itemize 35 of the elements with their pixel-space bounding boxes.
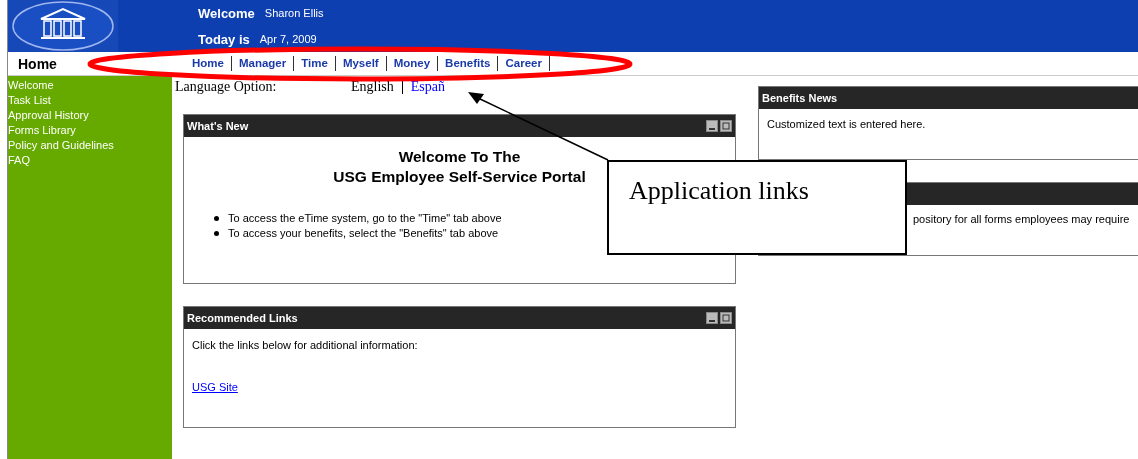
callout-label: Application links xyxy=(607,160,907,255)
minimize-button[interactable] xyxy=(706,120,718,132)
nav-tab[interactable]: Benefits xyxy=(438,56,499,71)
info-bullet: To access the eTime system, go to the "Time" tab above xyxy=(228,211,502,226)
panel-title: Benefits News xyxy=(762,92,838,104)
nav-tab[interactable]: Money xyxy=(386,56,439,71)
maximize-button[interactable] xyxy=(720,312,732,324)
user-name: Sharon Ellis xyxy=(264,7,324,19)
language-option[interactable]: Españ xyxy=(410,79,445,95)
date-text: Apr 7, 2009 xyxy=(259,33,317,45)
info-bullet: To access your benefits, select the "Benefits" tab above xyxy=(228,226,499,241)
panel-text: Customized text is entered here. xyxy=(767,118,926,130)
panel-title: Recommended Links xyxy=(187,312,298,324)
panel-text: pository for all forms employees may require xyxy=(913,213,1130,225)
language-option[interactable]: English xyxy=(351,79,394,95)
bullet-icon xyxy=(214,216,219,221)
date-label: Today is xyxy=(198,31,250,47)
bullet-icon xyxy=(214,231,219,236)
nav-tab[interactable]: Career xyxy=(498,56,550,71)
page-title: Home xyxy=(17,55,58,72)
welcome-heading: USG Employee Self-Service Portal xyxy=(333,167,586,187)
maximize-icon xyxy=(722,314,730,322)
language-label: Language Option: xyxy=(175,79,278,95)
welcome-heading: Welcome To The xyxy=(398,147,521,167)
minimize-button[interactable] xyxy=(706,312,718,324)
maximize-icon xyxy=(722,122,730,130)
nav-tab[interactable]: Home xyxy=(192,56,232,71)
nav-tab[interactable]: Time xyxy=(294,56,336,71)
nav-tab[interactable]: Manager xyxy=(231,56,295,71)
panel-title: What's New xyxy=(187,120,249,132)
welcome-label: Welcome xyxy=(198,5,255,21)
nav-tab[interactable]: Myself xyxy=(335,56,387,71)
usg-site-link[interactable]: USG Site xyxy=(192,381,238,393)
maximize-button[interactable] xyxy=(720,120,732,132)
panel-text: Click the links below for additional information: xyxy=(192,339,419,351)
